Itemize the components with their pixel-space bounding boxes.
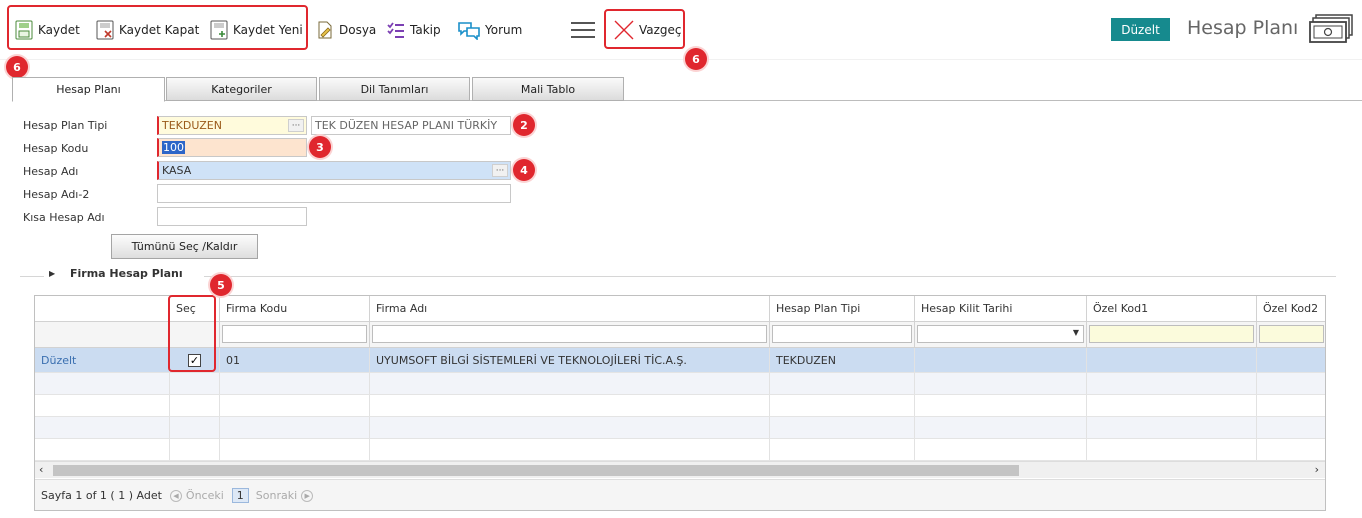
grid-header-firm-name[interactable]: Firma Adı (370, 296, 770, 322)
pager-info: Sayfa 1 of 1 ( 1 ) Adet (41, 489, 162, 502)
lock-date-filter[interactable]: ▼ (917, 325, 1084, 343)
dropdown-arrow-icon[interactable]: ▼ (1073, 328, 1079, 337)
filter-cell: ▼ (915, 322, 1087, 348)
grid-header-special-code2[interactable]: Özel Kod2 (1257, 296, 1325, 322)
money-stack-icon (1309, 14, 1353, 43)
short-name-label: Kısa Hesap Adı (23, 211, 105, 224)
annotation-badge: 6 (6, 56, 28, 78)
file-icon (318, 21, 332, 39)
track-button[interactable]: Takip (386, 18, 441, 42)
scroll-right-icon[interactable]: › (1315, 463, 1319, 476)
plan-type-filter[interactable] (772, 325, 912, 343)
page-title: Hesap Planı (1187, 17, 1299, 39)
filter-cell (220, 322, 370, 348)
section-header[interactable]: ▶ Firma Hesap Planı (44, 266, 204, 284)
code-value: 100 (162, 141, 185, 154)
firm-code-filter[interactable] (222, 325, 367, 343)
grid-header-action (35, 296, 170, 322)
plan-type-value: TEKDUZEN (162, 119, 222, 132)
section-title: Firma Hesap Planı (70, 267, 183, 280)
expand-arrow-icon[interactable]: ▶ (49, 269, 55, 278)
cancel-highlight (604, 9, 685, 49)
filter-cell (1257, 322, 1325, 348)
annotation-badge: 6 (685, 48, 707, 70)
filter-cell (370, 322, 770, 348)
tab-kategoriler[interactable]: Kategoriler (166, 77, 317, 101)
row-edit-link[interactable]: Düzelt (35, 348, 170, 372)
plan-type-description-text: TEK DÜZEN HESAP PLANI TÜRKİY (315, 119, 498, 132)
grid-header-lock-date[interactable]: Hesap Kilit Tarihi (915, 296, 1087, 322)
tab-bar: Hesap Planı Kategoriler Dil Tanımları Ma… (12, 77, 1362, 102)
annotation-badge: 2 (513, 114, 535, 136)
grid-header-plan-type[interactable]: Hesap Plan Tipi (770, 296, 915, 322)
special-code2-cell (1257, 348, 1325, 372)
firm-code-cell: 01 (220, 348, 370, 372)
firm-grid: Seç Firma Kodu Firma Adı Hesap Plan Tipi… (34, 295, 1326, 511)
comment-button[interactable]: Yorum (457, 18, 522, 42)
code-field[interactable]: 100 (157, 138, 307, 157)
menu-icon[interactable] (571, 20, 595, 38)
name2-label: Hesap Adı-2 (23, 188, 90, 201)
firm-name-filter[interactable] (372, 325, 767, 343)
save-group-highlight (7, 5, 308, 50)
file-button[interactable]: Dosya (315, 18, 376, 42)
prev-page-button[interactable]: Önceki (186, 489, 224, 502)
plan-type-field[interactable]: TEKDUZEN ··· (157, 116, 307, 135)
tab-dil-tanimlari[interactable]: Dil Tanımları (319, 77, 470, 101)
plan-type-cell: TEKDUZEN (770, 348, 915, 372)
tab-hesap-plani[interactable]: Hesap Planı (12, 77, 165, 102)
empty-row (35, 417, 1325, 439)
select-column-highlight (168, 295, 216, 372)
firm-name-cell: UYUMSOFT BİLGİ SİSTEMLERİ VE TEKNOLOJİLE… (370, 348, 770, 372)
annotation-badge: 4 (513, 159, 535, 181)
select-all-button[interactable]: Tümünü Seç /Kaldır (111, 234, 258, 259)
lock-date-cell (915, 348, 1087, 372)
lookup-icon[interactable]: ··· (288, 119, 304, 132)
filter-cell (35, 322, 170, 348)
pager: Sayfa 1 of 1 ( 1 ) Adet ◀ Önceki 1 Sonra… (35, 479, 1325, 510)
mode-badge[interactable]: Düzelt (1111, 18, 1170, 41)
grid-header-firm-code[interactable]: Firma Kodu (220, 296, 370, 322)
name-field[interactable]: KASA ··· (157, 161, 511, 180)
next-page-icon[interactable]: ▶ (301, 489, 314, 502)
horizontal-scrollbar[interactable]: ‹ › (35, 461, 1325, 478)
empty-row (35, 373, 1325, 395)
annotation-badge: 3 (309, 136, 331, 158)
empty-row (35, 395, 1325, 417)
plan-type-label: Hesap Plan Tipi (23, 119, 108, 132)
filter-cell (1087, 322, 1257, 348)
empty-row (35, 439, 1325, 461)
special-code1-filter[interactable] (1089, 325, 1254, 343)
page-number[interactable]: 1 (231, 488, 249, 503)
name-label: Hesap Adı (23, 165, 79, 178)
name2-field[interactable] (157, 184, 511, 203)
name-value: KASA (162, 164, 192, 177)
scrollbar-thumb[interactable] (53, 465, 1019, 476)
checklist-icon (387, 22, 404, 38)
plan-type-description: TEK DÜZEN HESAP PLANI TÜRKİY (311, 116, 511, 135)
special-code2-filter[interactable] (1259, 325, 1324, 343)
grid-header-special-code1[interactable]: Özel Kod1 (1087, 296, 1257, 322)
comment-icon (458, 22, 480, 40)
filter-cell (770, 322, 915, 348)
scroll-left-icon[interactable]: ‹ (39, 463, 43, 476)
table-row[interactable]: Düzelt ✓ 01 UYUMSOFT BİLGİ SİSTEMLERİ VE… (35, 348, 1325, 373)
code-label: Hesap Kodu (23, 142, 89, 155)
special-code1-cell (1087, 348, 1257, 372)
next-page-button[interactable]: Sonraki (256, 489, 297, 502)
file-label: Dosya (339, 23, 377, 37)
annotation-badge: 5 (210, 274, 232, 296)
lookup-icon[interactable]: ··· (492, 164, 508, 177)
tab-mali-tablo[interactable]: Mali Tablo (472, 77, 624, 101)
prev-page-icon[interactable]: ◀ (169, 489, 182, 502)
comment-label: Yorum (485, 23, 523, 37)
track-label: Takip (410, 23, 441, 37)
short-name-field[interactable] (157, 207, 307, 226)
